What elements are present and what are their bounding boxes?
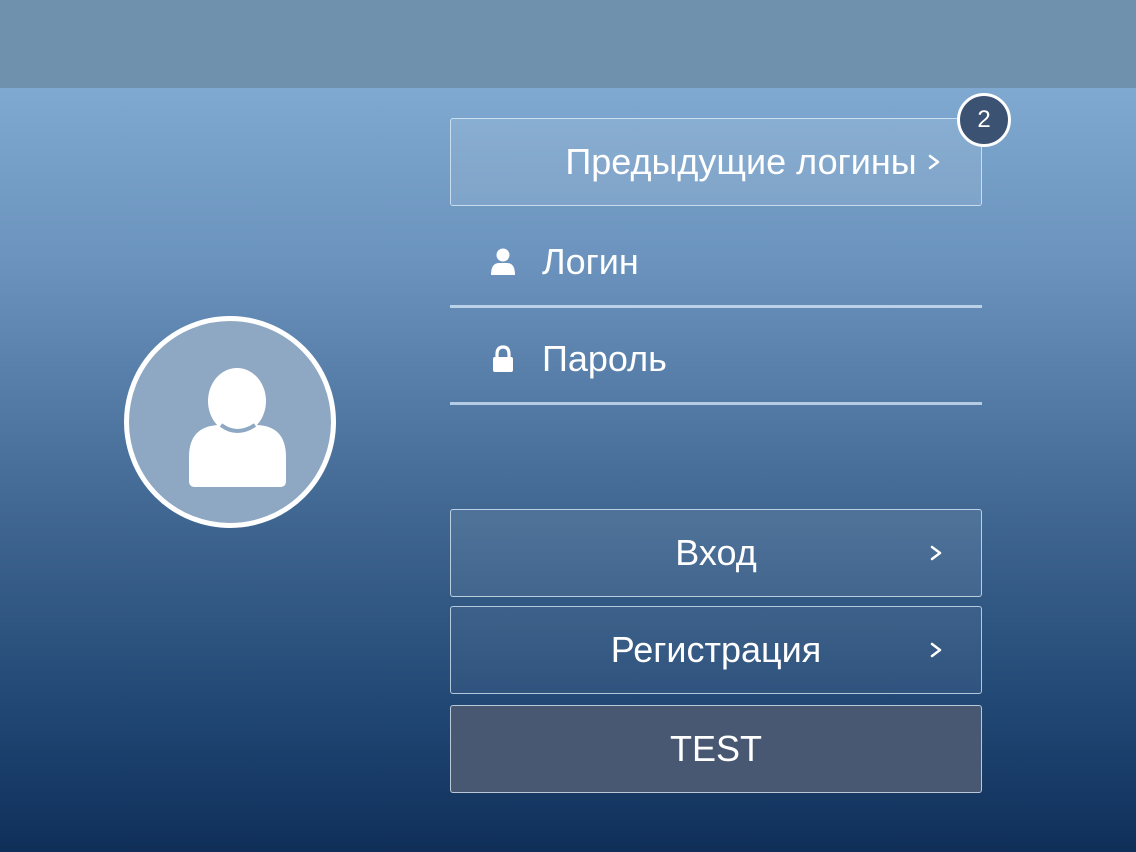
register-button-label: Регистрация — [610, 629, 822, 670]
login-input[interactable] — [542, 235, 962, 289]
password-input[interactable] — [542, 332, 962, 386]
login-button-label: Вход — [675, 532, 757, 573]
user-avatar-icon — [189, 368, 286, 487]
password-field[interactable] — [450, 312, 982, 405]
test-button-label: TEST — [669, 728, 762, 769]
lock-icon — [493, 345, 513, 372]
previous-logins-count-badge: 2 — [957, 93, 1011, 147]
chevron-right-icon — [928, 154, 940, 170]
user-icon — [491, 248, 515, 275]
register-button[interactable]: Регистрация — [450, 606, 982, 694]
previous-logins-label: Предыдущие логины — [565, 141, 917, 182]
previous-logins-button[interactable]: Предыдущие логины — [450, 118, 982, 206]
login-button[interactable]: Вход — [450, 509, 982, 597]
user-avatar[interactable] — [124, 316, 336, 528]
test-button[interactable]: TEST — [450, 705, 982, 793]
chevron-right-icon — [930, 545, 942, 561]
login-field[interactable] — [450, 215, 982, 308]
chevron-right-icon — [930, 642, 942, 658]
top-bar — [0, 0, 1136, 88]
